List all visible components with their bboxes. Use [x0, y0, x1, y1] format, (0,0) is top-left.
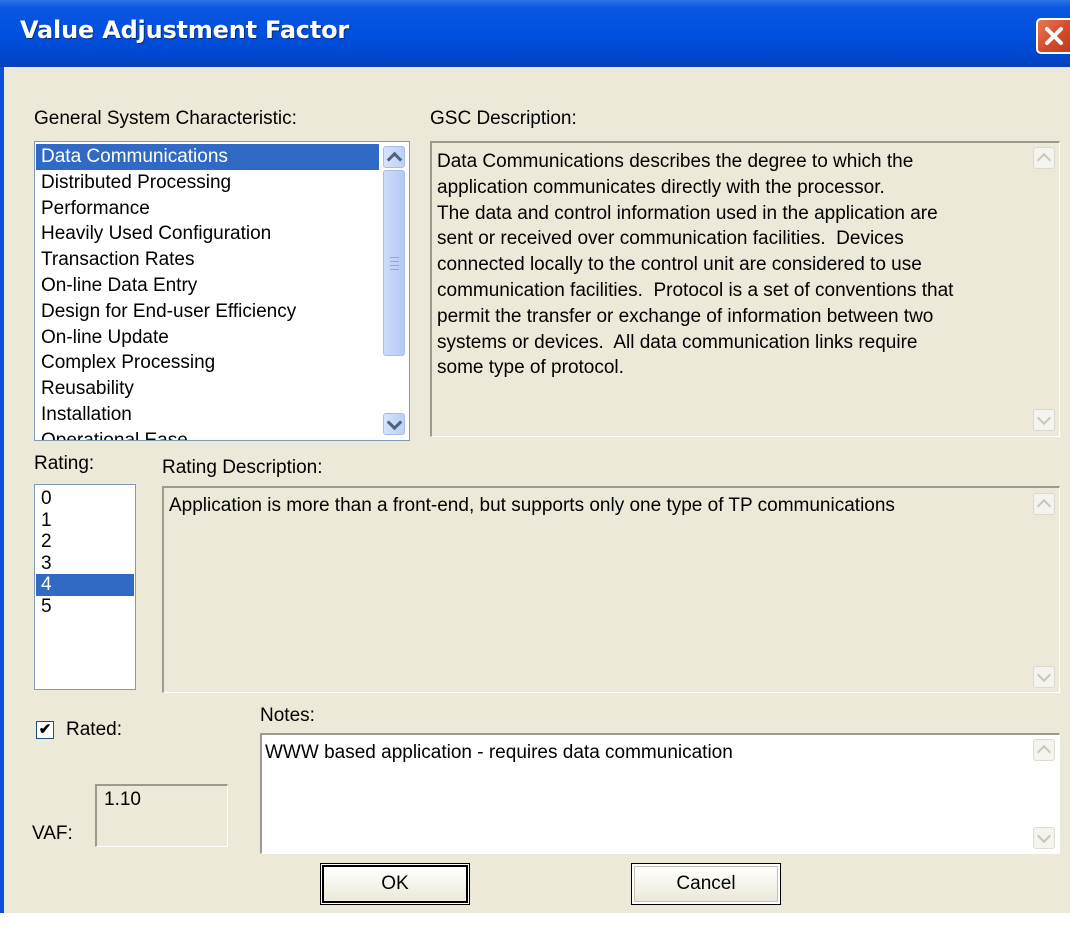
scroll-up-button[interactable]: [1033, 739, 1055, 761]
gsc-item-list: Data Communications Distributed Processin…: [36, 144, 379, 440]
gsc-list-item[interactable]: Design for End-user Efficiency: [36, 299, 379, 325]
rated-checkbox[interactable]: ✔: [36, 721, 54, 739]
scroll-up-button[interactable]: [1033, 493, 1055, 515]
vaf-value-field: 1.10: [95, 784, 228, 847]
gsc-description-line: connected locally to the control unit ar…: [437, 254, 922, 276]
scroll-thumb[interactable]: [383, 170, 405, 356]
rating-description-text: Application is more than a front-end, bu…: [169, 495, 895, 516]
close-button[interactable]: [1036, 18, 1070, 54]
chevron-down-icon: [1036, 667, 1052, 683]
gsc-description-scrollbar[interactable]: [1030, 143, 1059, 436]
gsc-description-line: application communicates directly with t…: [437, 176, 885, 198]
gsc-description-label: GSC Description:: [430, 108, 577, 129]
rating-list-item[interactable]: 0: [36, 488, 134, 510]
gsc-list-item[interactable]: Installation: [36, 402, 379, 428]
chevron-down-icon: [1036, 410, 1052, 426]
gsc-description-text: Data Communications describes the degree…: [437, 149, 953, 381]
gsc-description-line: systems or devices. All data communicati…: [437, 331, 918, 353]
gsc-list-item[interactable]: Distributed Processing: [36, 170, 379, 196]
ok-button-label: OK: [381, 873, 409, 894]
gsc-list-item[interactable]: Complex Processing: [36, 350, 379, 376]
chevron-down-icon: [386, 414, 402, 430]
chevron-down-icon: [1036, 828, 1052, 844]
gsc-description-line: permit the transfer or exchange of infor…: [437, 305, 934, 327]
gsc-list-item[interactable]: Performance: [36, 196, 379, 222]
gsc-description-line: communication facilities. Protocol is a …: [437, 279, 954, 301]
rating-list-item[interactable]: 5: [36, 596, 134, 618]
gsc-list-item[interactable]: Heavily Used Configuration: [36, 221, 379, 247]
ok-button[interactable]: OK: [320, 863, 470, 905]
scroll-up-button[interactable]: [1033, 147, 1055, 169]
chevron-up-icon: [386, 151, 402, 167]
gsc-list-item[interactable]: Reusability: [36, 376, 379, 402]
rating-list-item[interactable]: 2: [36, 531, 134, 553]
chevron-up-icon: [1036, 152, 1052, 168]
rating-description-scrollbar[interactable]: [1030, 488, 1059, 692]
close-icon: [1045, 27, 1063, 45]
gsc-scrollbar[interactable]: [380, 142, 409, 440]
chevron-up-icon: [1036, 498, 1052, 514]
check-icon: ✔: [38, 721, 52, 738]
chevron-up-icon: [1036, 744, 1052, 760]
rating-list-item[interactable]: 3: [36, 553, 134, 575]
notes-label: Notes:: [260, 705, 315, 726]
gsc-listbox[interactable]: Data Communications Distributed Processin…: [34, 141, 410, 441]
notes-scrollbar[interactable]: [1030, 735, 1059, 853]
rated-checkbox-group[interactable]: ✔ Rated:: [36, 717, 166, 747]
gsc-description-line: The data and control information used in…: [437, 202, 938, 224]
dialog-body: General System Characteristic: Data Comm…: [0, 67, 1070, 913]
scroll-up-button[interactable]: [383, 146, 405, 168]
rated-label: Rated:: [66, 719, 122, 740]
gsc-label: General System Characteristic:: [34, 108, 297, 129]
gsc-list-item[interactable]: Data Communications: [36, 144, 379, 170]
notes-textarea[interactable]: WWW based application - requires data co…: [260, 733, 1060, 854]
scroll-down-button[interactable]: [1033, 827, 1055, 849]
gsc-list-item[interactable]: On-line Data Entry: [36, 273, 379, 299]
rating-description-label: Rating Description:: [162, 457, 323, 478]
title-bar[interactable]: Value Adjustment Factor: [0, 0, 1070, 67]
bottom-edge: [0, 913, 1070, 930]
dialog-window: Value Adjustment Factor General System C…: [0, 0, 1070, 930]
gsc-description-box[interactable]: Data Communications describes the degree…: [430, 141, 1060, 437]
gsc-description-line: Data Communications describes the degree…: [437, 151, 914, 172]
gsc-list-item[interactable]: Transaction Rates: [36, 247, 379, 273]
rating-item-list: 012345: [36, 488, 134, 617]
gsc-description-line: sent or received over communication faci…: [437, 228, 904, 250]
rating-list-item[interactable]: 1: [36, 510, 134, 532]
rating-list-item[interactable]: 4: [36, 574, 134, 596]
gsc-description-line: some type of protocol.: [437, 357, 624, 379]
rating-listbox[interactable]: 012345: [34, 484, 136, 690]
gsc-list-item[interactable]: On-line Update: [36, 325, 379, 351]
cancel-button[interactable]: Cancel: [631, 863, 781, 905]
scroll-down-button[interactable]: [383, 413, 405, 435]
rating-description-box[interactable]: Application is more than a front-end, bu…: [162, 486, 1060, 693]
scroll-down-button[interactable]: [1033, 409, 1055, 431]
window-title: Value Adjustment Factor: [20, 16, 350, 44]
notes-text: WWW based application - requires data co…: [265, 742, 733, 763]
vaf-label: VAF:: [32, 823, 73, 844]
cancel-button-label: Cancel: [676, 873, 736, 894]
scroll-down-button[interactable]: [1033, 666, 1055, 688]
gsc-list-item[interactable]: Operational Ease: [36, 428, 379, 440]
rating-label: Rating:: [34, 453, 95, 474]
